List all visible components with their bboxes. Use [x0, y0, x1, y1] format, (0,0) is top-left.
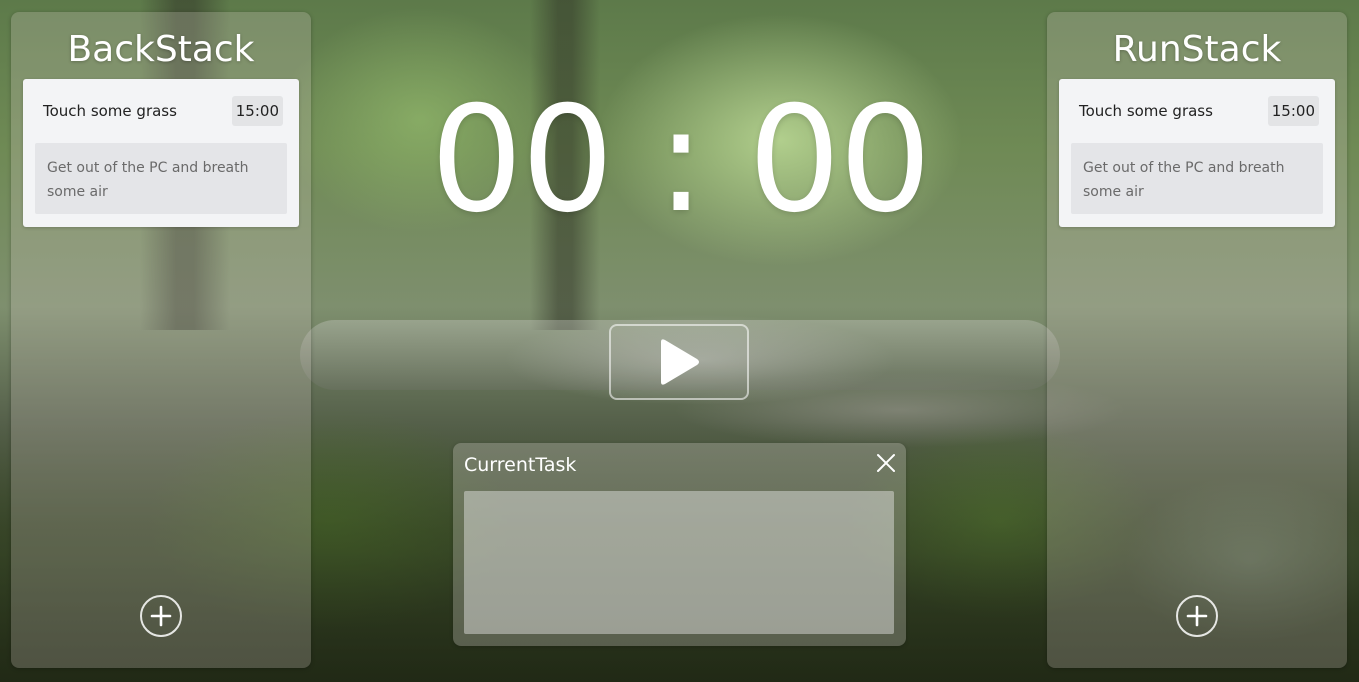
- backstack-panel: BackStack Touch some grass 15:00 Get out…: [11, 12, 311, 668]
- task-name: Touch some grass: [43, 102, 177, 120]
- timer-display: 00 : 00: [430, 75, 932, 245]
- task-name: Touch some grass: [1079, 102, 1213, 120]
- current-task-dropzone[interactable]: [464, 491, 894, 634]
- plus-icon: [150, 605, 172, 627]
- backstack-add-button[interactable]: [140, 595, 182, 637]
- task-description: Get out of the PC and breath some air: [1071, 143, 1323, 214]
- plus-icon: [1186, 605, 1208, 627]
- current-task-panel: CurrentTask: [453, 443, 906, 646]
- runstack-task-card[interactable]: Touch some grass 15:00 Get out of the PC…: [1059, 79, 1335, 227]
- backstack-title: BackStack: [67, 29, 255, 70]
- task-time: 15:00: [1267, 96, 1319, 126]
- play-icon: [661, 339, 699, 385]
- runstack-title: RunStack: [1112, 29, 1282, 70]
- play-button[interactable]: [609, 324, 749, 400]
- current-task-title: CurrentTask: [464, 454, 577, 476]
- task-description: Get out of the PC and breath some air: [35, 143, 287, 214]
- backstack-task-card[interactable]: Touch some grass 15:00 Get out of the PC…: [23, 79, 299, 227]
- runstack-panel: RunStack Touch some grass 15:00 Get out …: [1047, 12, 1347, 668]
- task-time: 15:00: [231, 96, 283, 126]
- runstack-add-button[interactable]: [1176, 595, 1218, 637]
- close-button[interactable]: [874, 451, 898, 475]
- close-icon: [877, 454, 895, 472]
